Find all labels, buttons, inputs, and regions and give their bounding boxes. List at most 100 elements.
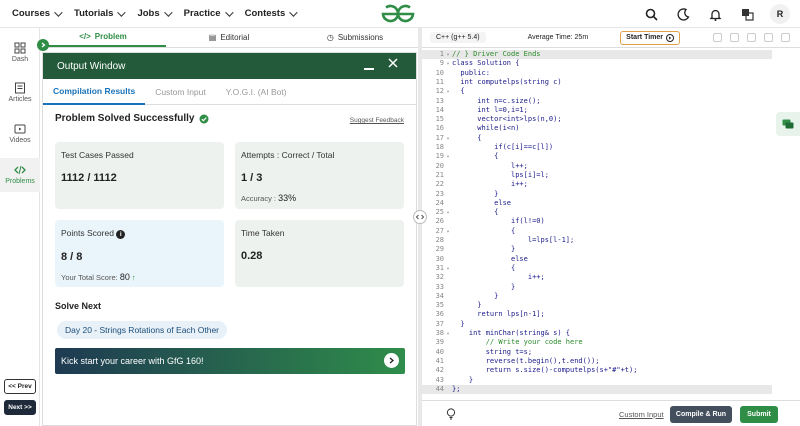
nav-contests[interactable]: Contests — [245, 7, 298, 19]
code-line[interactable]: 25 ▾ { — [422, 208, 772, 217]
card-value: 1 / 3 — [241, 172, 263, 184]
line-number: 1 — [439, 50, 444, 58]
code-line[interactable]: 22 i++; — [422, 180, 772, 189]
code-line[interactable]: 12 ▾ { — [422, 87, 772, 96]
code-text: { — [452, 152, 499, 161]
tab-editorial[interactable]: ▤ Editorial — [166, 28, 292, 47]
code-line[interactable]: 31 ▾ { — [422, 264, 772, 273]
code-line[interactable]: 21 lps[i]=l; — [422, 171, 772, 180]
nav-practice[interactable]: Practice — [183, 7, 234, 19]
code-line[interactable]: 23 } — [422, 190, 772, 199]
code-line[interactable]: 42 return s.size()-computelps(s+"#"+t); — [422, 366, 772, 375]
gfg160-banner[interactable]: Kick start your career with GfG 160! — [55, 348, 405, 374]
line-number: 36 — [435, 310, 444, 319]
reset-icon[interactable] — [764, 33, 773, 42]
custom-input-link[interactable]: Custom Input — [619, 410, 664, 419]
translate-icon[interactable] — [738, 5, 756, 23]
code-line[interactable]: 26 if(l!=0) — [422, 217, 772, 226]
search-icon[interactable] — [642, 5, 660, 23]
code-line[interactable]: 10 public: — [422, 69, 772, 78]
sidebar-item-videos[interactable]: Videos — [0, 123, 40, 153]
code-line[interactable]: 36 return lps[n-1]; — [422, 310, 772, 319]
code-line[interactable]: 37 } — [422, 320, 772, 329]
output-window-header: Output Window — [43, 53, 416, 79]
submit-button[interactable]: Submit — [740, 406, 778, 423]
code-line[interactable]: 20 l++; — [422, 162, 772, 171]
info-icon[interactable]: i — [116, 230, 126, 239]
next-button[interactable]: Next >> — [4, 400, 36, 415]
code-line[interactable]: 14 int l=0,i=1; — [422, 106, 772, 115]
lightbulb-icon[interactable] — [446, 408, 456, 420]
code-line[interactable]: 1 ▾// } Driver Code Ends — [422, 50, 772, 60]
chevron-down-icon — [117, 7, 127, 17]
code-line[interactable]: 44}; — [422, 384, 772, 395]
code-line[interactable]: 39 // Write your code here — [422, 338, 772, 347]
sidebar-item-label: Problems — [5, 178, 35, 185]
resize-handle-icon[interactable] — [413, 210, 427, 224]
sidebar-item-problems[interactable]: Problems — [0, 158, 40, 192]
code-line[interactable]: 28 l=lps[l-1]; — [422, 236, 772, 245]
suggest-feedback-link[interactable]: Suggest Feedback — [350, 117, 404, 124]
nav-practice-label: Practice — [183, 8, 221, 19]
tab-problem[interactable]: </> Problem — [40, 28, 166, 47]
chat-bubble-icon[interactable] — [776, 112, 800, 136]
sidebar-item-label: Dash — [11, 56, 29, 63]
tab-compilation-results[interactable]: Compilation Results — [43, 79, 146, 105]
copy-icon[interactable] — [713, 33, 722, 42]
settings-gear-icon[interactable] — [747, 33, 756, 42]
code-line[interactable]: 30 else — [422, 255, 772, 264]
code-line[interactable]: 33 } — [422, 283, 772, 292]
fullscreen-icon[interactable] — [781, 33, 790, 42]
user-avatar[interactable]: R — [770, 4, 790, 24]
code-line[interactable]: 11 int computelps(string c) — [422, 78, 772, 87]
file-icon[interactable] — [730, 33, 739, 42]
code-line[interactable]: 32 i++; — [422, 273, 772, 282]
line-number: 24 — [435, 198, 444, 207]
tab-submissions[interactable]: ◷ Submissions — [292, 28, 418, 47]
line-number: 35 — [435, 301, 444, 310]
line-number: 16 — [435, 124, 444, 133]
code-line[interactable]: 35 } — [422, 301, 772, 310]
tab-yogi-ai-bot[interactable]: Y.O.G.I. (AI Bot) — [216, 79, 297, 105]
code-line[interactable]: 43 } — [422, 376, 772, 385]
nav-tutorials[interactable]: Tutorials — [74, 7, 127, 19]
gfg-logo[interactable] — [380, 3, 416, 25]
code-editor[interactable]: 1 ▾// } Driver Code Ends 9 ▾ class Solution … — [422, 48, 772, 400]
language-select[interactable]: C++ (g++ 5.4) — [430, 32, 486, 43]
code-text: string t=s; — [452, 347, 533, 356]
code-text: } — [452, 319, 465, 328]
minimize-icon[interactable] — [364, 67, 374, 70]
code-line[interactable]: 24 else — [422, 199, 772, 208]
line-number: 31 — [435, 263, 444, 272]
sidebar-item-articles[interactable]: Articles — [0, 82, 40, 112]
notification-bell-icon[interactable] — [706, 5, 724, 23]
expand-chevron-icon[interactable] — [37, 39, 49, 51]
code-line[interactable]: 13 int n=c.size(); — [422, 97, 772, 106]
code-line[interactable]: 27 ▾ { — [422, 227, 772, 236]
line-number: 28 — [435, 236, 444, 244]
close-icon[interactable] — [388, 58, 398, 71]
code-line[interactable]: 40 string t=s; — [422, 348, 772, 357]
code-line[interactable]: 34 } — [422, 292, 772, 301]
tab-custom-input[interactable]: Custom Input — [145, 79, 216, 105]
arrow-right-icon[interactable] — [384, 353, 399, 368]
sidebar-item-dash[interactable]: Dash — [0, 42, 40, 72]
code-text: return s.size()-computelps(s+"#"+t); — [452, 366, 638, 375]
code-line[interactable]: 38 ▾ int minChar(string& s) { — [422, 329, 772, 338]
code-line[interactable]: 17 ▾ { — [422, 134, 772, 143]
code-text: class Solution { — [452, 59, 520, 68]
code-line[interactable]: 15 vector<int>lps(n,0); — [422, 115, 772, 124]
dark-mode-moon-icon[interactable] — [674, 5, 692, 23]
code-line[interactable]: 19 ▾ { — [422, 152, 772, 161]
code-line[interactable]: 18 if(c[i]==c[l]) — [422, 143, 772, 152]
code-line[interactable]: 41 reverse(t.begin(),t.end()); — [422, 357, 772, 366]
nav-jobs[interactable]: Jobs — [137, 7, 173, 19]
next-problem-link[interactable]: Day 20 - Strings Rotations of Each Other — [57, 321, 228, 339]
code-line[interactable]: 29 } — [422, 245, 772, 254]
start-timer-button[interactable]: Start Timer — [620, 30, 681, 45]
compile-run-button[interactable]: Compile & Run — [670, 406, 732, 423]
nav-courses[interactable]: Courses — [12, 7, 63, 19]
prev-button[interactable]: << Prev — [4, 379, 36, 394]
code-line[interactable]: 9 ▾ class Solution { — [422, 59, 772, 68]
code-line[interactable]: 16 while(i<n) — [422, 124, 772, 133]
